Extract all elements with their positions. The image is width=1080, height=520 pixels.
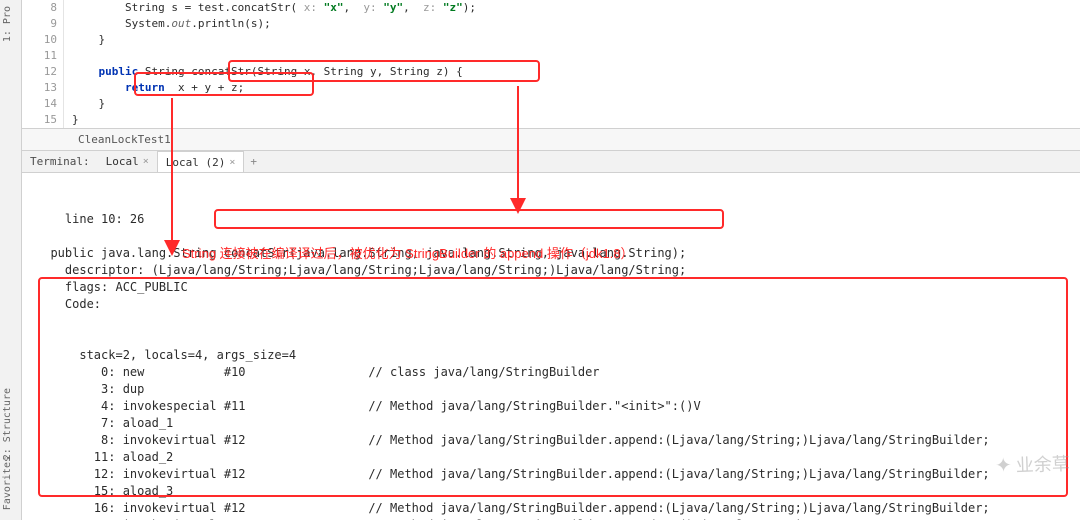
sidebar-tab-favorites[interactable]: Favorites <box>2 456 13 510</box>
watermark: ✦ 业余草 <box>995 456 1070 476</box>
close-icon[interactable]: × <box>143 156 149 167</box>
terminal-tab-label: Local (2) <box>166 156 226 169</box>
terminal-tab-label: Local <box>106 155 139 168</box>
watermark-text: 业余草 <box>1016 456 1071 475</box>
terminal-label: Terminal: <box>22 155 98 168</box>
terminal-tab-bar: Terminal: Local × Local (2) × + <box>22 151 1080 173</box>
terminal-output[interactable]: line 10: 26 public java.lang.String conc… <box>22 173 1080 520</box>
annotation-text: String 连接被在编译译过后，被优化为 StringBuilder 的 ap… <box>182 245 634 262</box>
code-area[interactable]: String s = test.concatStr( x: "x", y: "y… <box>64 0 1080 128</box>
sidebar-tab-project[interactable]: 1: Pro <box>2 6 13 42</box>
code-editor[interactable]: 89101112131415 String s = test.concatStr… <box>22 0 1080 129</box>
wechat-icon: ✦ <box>995 458 1012 476</box>
terminal-tab-local[interactable]: Local × <box>98 151 157 172</box>
terminal-text-header: line 10: 26 public java.lang.String conc… <box>36 211 1070 313</box>
sidebar-tab-structure[interactable]: 2: Structure <box>2 388 13 460</box>
tool-window-bar[interactable]: 1: Pro 2: Structure Favorites <box>0 0 22 520</box>
add-terminal-button[interactable]: + <box>244 155 263 168</box>
close-icon[interactable]: × <box>229 157 235 168</box>
line-number-gutter: 89101112131415 <box>22 0 64 128</box>
editor-file-tab[interactable]: CleanLockTest1 <box>22 129 1080 151</box>
terminal-text-bytecode: stack=2, locals=4, args_size=4 0: new #1… <box>36 347 1070 520</box>
terminal-tab-local-2[interactable]: Local (2) × <box>157 151 245 172</box>
